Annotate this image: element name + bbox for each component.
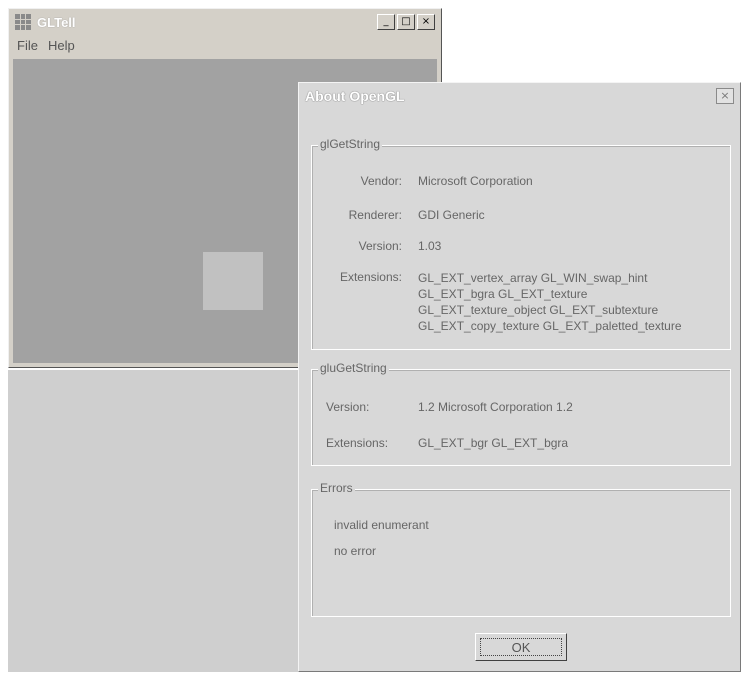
glgetstring-legend: glGetString: [318, 137, 383, 151]
minimize-button[interactable]: _: [377, 14, 395, 30]
extensions-value: GL_EXT_vertex_array GL_WIN_swap_hint GL_…: [418, 270, 682, 334]
glgetstring-group: glGetString Vendor: Microsoft Corporatio…: [311, 137, 731, 350]
extension-line: GL_EXT_copy_texture GL_EXT_paletted_text…: [418, 319, 682, 333]
glu-extensions-label: Extensions:: [326, 436, 389, 450]
dialog-title: About OpenGL: [305, 88, 405, 104]
errors-legend: Errors: [318, 481, 355, 495]
glugetstring-legend: gluGetString: [318, 361, 389, 375]
glu-version-label: Version:: [326, 400, 370, 414]
glu-extensions-value: GL_EXT_bgr GL_EXT_bgra: [418, 436, 569, 450]
glugetstring-group: gluGetString Version: 1.2 Microsoft Corp…: [311, 361, 731, 466]
focus-rectangle: [480, 638, 562, 656]
background-area: [8, 370, 308, 672]
maximize-button[interactable]: □: [397, 14, 415, 30]
version-label: Version:: [358, 239, 402, 253]
extension-line: GL_EXT_vertex_array GL_WIN_swap_hint: [418, 271, 648, 285]
error-item: invalid enumerant: [334, 518, 429, 532]
dialog-close-button[interactable]: ×: [716, 88, 734, 104]
ok-button[interactable]: OK: [475, 633, 567, 661]
version-value: 1.03: [418, 239, 442, 253]
vendor-label: Vendor:: [360, 174, 402, 188]
extension-line: GL_EXT_bgra GL_EXT_texture: [418, 287, 588, 301]
renderer-label: Renderer:: [348, 208, 402, 222]
about-dialog: About OpenGL × glGetString Vendor: Micro…: [298, 82, 741, 672]
vendor-value: Microsoft Corporation: [418, 174, 533, 188]
menu-file[interactable]: File: [17, 38, 38, 53]
rendered-square: [203, 252, 263, 310]
menu-help[interactable]: Help: [48, 38, 75, 53]
renderer-value: GDI Generic: [418, 208, 485, 222]
menu-bar: File Help: [11, 35, 439, 55]
main-titlebar[interactable]: GLTell _ □ ×: [11, 11, 439, 33]
dialog-titlebar[interactable]: About OpenGL ×: [301, 85, 738, 107]
errors-group: Errors invalid enumerant no error: [311, 481, 731, 617]
app-icon: [15, 14, 31, 30]
window-title: GLTell: [37, 14, 76, 30]
close-button[interactable]: ×: [417, 14, 435, 30]
extensions-label: Extensions:: [339, 270, 402, 284]
error-item: no error: [334, 544, 377, 558]
glu-version-value: 1.2 Microsoft Corporation 1.2: [418, 400, 573, 414]
extension-line: GL_EXT_texture_object GL_EXT_subtexture: [418, 303, 659, 317]
